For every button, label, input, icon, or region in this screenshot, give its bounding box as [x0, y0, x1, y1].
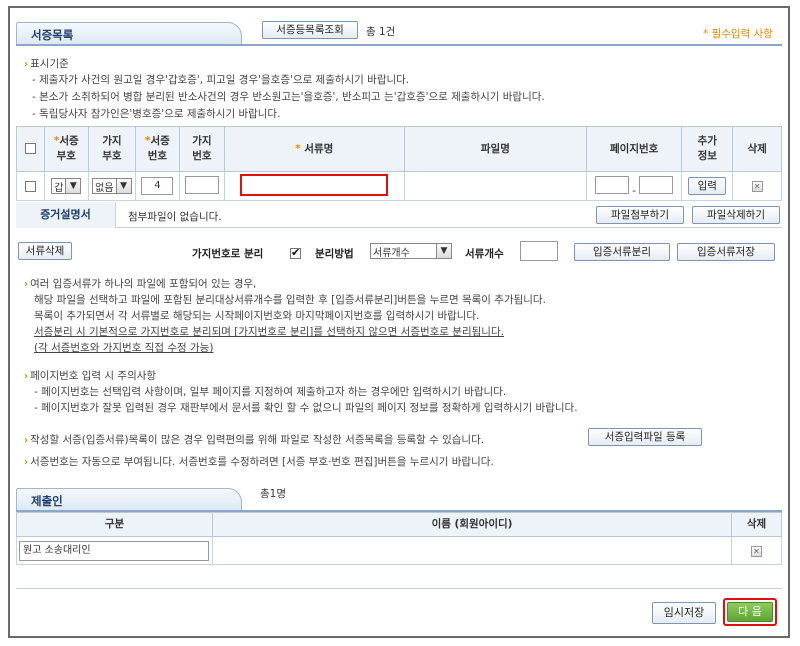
next-button-highlight: 다 음: [723, 598, 777, 626]
main-frame: 서증목록 서증등목록조회 총 1건 * 필수입력 사항 › 표시기준 - 제출자가…: [8, 6, 790, 638]
submitter-table: 구분 이름 (회원아이디) 삭제 원고 소송대리인 ✕: [16, 512, 782, 565]
col-type: 구분: [16, 512, 213, 537]
select-all-checkbox[interactable]: [24, 143, 36, 154]
attach-file-button[interactable]: 파일첨부하기: [596, 206, 684, 224]
no-attachment-text: 첨부파일이 없습니다.: [128, 211, 222, 223]
page-end-input[interactable]: [639, 175, 674, 194]
note1-line-3: 목록이 추가되면서 각 서류별로 해당되는 시작페이지번호와 마지막페이지번호를…: [34, 310, 480, 322]
delete-row-icon[interactable]: ✕: [751, 181, 763, 192]
criteria-line-2: - 본소가 소취하되어 병합 분리된 반소사건의 경우 반소원고는'을호증', …: [32, 91, 545, 103]
table-row: 원고 소송대리인 ✕: [16, 536, 782, 565]
split-method-label: 분리방법: [315, 248, 354, 260]
col-prefix: *서증 부호: [43, 126, 90, 172]
submitter-tab[interactable]: 제출인: [16, 488, 242, 510]
note2-title-text: 페이지번호 입력 시 주의사항: [30, 370, 157, 382]
submitter-tab-label: 제출인: [31, 494, 63, 508]
row-checkbox[interactable]: [24, 180, 36, 192]
col-document-name: * 서류명: [223, 126, 405, 172]
note1-line-2: 해당 파일을 선택하고 파일에 포함된 분리대상서류개수를 입력한 후 [입증서…: [34, 294, 546, 306]
bullet-arrow-icon: ›: [24, 371, 29, 382]
col-page-number: 페이지번호: [585, 126, 683, 172]
criteria-line-1: - 제출자가 사건의 원고일 경우'갑호증', 피고일 경우'을호증'으로 제출…: [32, 74, 410, 86]
chevron-down-icon: ▼: [436, 244, 451, 258]
document-count-label: 서류개수: [465, 248, 504, 260]
prefix-select[interactable]: 갑 ▼: [51, 178, 82, 194]
bullet-arrow-icon: ›: [24, 59, 29, 70]
next-button[interactable]: 다 음: [727, 602, 773, 622]
document-name-input[interactable]: [240, 173, 389, 196]
required-note: * 필수입력 사항: [703, 28, 773, 40]
col-submitter-delete: 삭제: [731, 512, 782, 537]
document-count-input[interactable]: [520, 241, 558, 261]
temp-save-button[interactable]: 임시저장: [652, 602, 716, 624]
register-evidence-file-button[interactable]: 서증입력파일 등록: [588, 428, 702, 446]
evidence-list-tab-label: 서증목록: [31, 28, 74, 42]
note3-text: 작성할 서증(입증서류)목록이 많은 경우 입력편의를 위해 파일로 작성한 서…: [30, 434, 485, 446]
save-documents-button[interactable]: 입증서류저장: [677, 243, 775, 261]
branch-select[interactable]: 없음 ▼: [92, 178, 132, 194]
table-row: 갑 ▼ 없음 ▼ 4 - 입력 ✕: [16, 171, 782, 201]
note3: › 작성할 서증(입증서류)목록이 많은 경우 입력편의를 위해 파일로 작성한 …: [24, 432, 484, 447]
criteria-title-text: 표시기준: [30, 58, 69, 70]
submitter-count: 총1명: [260, 488, 287, 500]
bullet-arrow-icon: ›: [24, 457, 29, 468]
extra-info-input-button[interactable]: 입력: [688, 177, 727, 195]
delete-document-button[interactable]: 서류삭제: [18, 242, 72, 260]
note2-title: › 페이지번호 입력 시 주의사항: [24, 368, 156, 383]
evidence-list-tab[interactable]: 서증목록: [16, 22, 242, 44]
col-delete: 삭제: [732, 126, 782, 172]
split-method-select[interactable]: 서류개수 ▼: [370, 243, 452, 259]
col-extra-info: 추가 정보: [681, 126, 734, 172]
col-branch-number: 가지 번호: [179, 126, 225, 172]
tab-divider: [16, 44, 782, 46]
branch-number-input[interactable]: [184, 175, 219, 194]
criteria-line-3: - 독립당사자 참가인은'병호증'으로 제출하시기 바랍니다.: [32, 108, 281, 120]
file-name-cell: [403, 171, 588, 201]
branch-split-checkbox[interactable]: [290, 246, 301, 259]
page-start-input[interactable]: [594, 175, 629, 194]
chevron-down-icon: ▼: [115, 179, 131, 193]
note4: › 서증번호는 자동으로 부여됩니다. 서증번호를 수정하려면 [서증 부호·번호…: [24, 454, 494, 469]
bullet-arrow-icon: ›: [24, 435, 29, 446]
col-file-name: 파일명: [403, 126, 588, 172]
split-documents-button[interactable]: 입증서류분리: [574, 243, 670, 261]
bullet-arrow-icon: ›: [24, 279, 29, 290]
submitter-table-header: 구분 이름 (회원아이디) 삭제: [16, 512, 782, 537]
col-branch: 가지 부호: [88, 126, 136, 172]
note1-line-4: 서증분리 시 기본적으로 가지번호로 분리되며 [가지번호로 분리]를 선택하지…: [34, 326, 504, 338]
delete-submitter-icon[interactable]: ✕: [751, 545, 763, 557]
submitter-type-field[interactable]: 원고 소송대리인: [19, 540, 209, 561]
note2-line-1: - 페이지번호는 선택입력 사항이며, 일부 페이지를 지정하여 제출하고자 하…: [34, 386, 507, 398]
evidence-explanation-row: 증거설명서 첨부파일이 없습니다. 파일첨부하기 파일삭제하기: [16, 202, 782, 228]
evidence-explanation-label: 증거설명서: [16, 202, 116, 228]
footer-divider: [16, 588, 782, 589]
col-number: *서증 번호: [134, 126, 181, 172]
evidence-number-input[interactable]: 4: [141, 177, 174, 195]
note2-line-2: - 페이지번호가 잘못 입력된 경우 재판부에서 문서를 확인 할 수 없으니 …: [34, 402, 578, 414]
note1-line-1-text: 여러 입증서류가 하나의 파일에 포함되어 있는 경우,: [30, 278, 257, 290]
col-name: 이름 (회원아이디): [211, 512, 733, 537]
note1-line-5: (각 서증번호와 가지번호 직접 수정 가능): [34, 342, 214, 354]
branch-split-label: 가지번호로 분리: [192, 248, 264, 260]
criteria-title: › 표시기준: [24, 56, 69, 71]
delete-file-button[interactable]: 파일삭제하기: [692, 206, 780, 224]
submitter-name-cell: [211, 536, 733, 565]
note4-text: 서증번호는 자동으로 부여됩니다. 서증번호를 수정하려면 [서증 부호·번호 …: [30, 456, 494, 468]
evidence-table: *서증 부호 가지 부호 *서증 번호 가지 번호 * 서류명 파일명 페이지번호 추가…: [16, 126, 782, 201]
note1-line-1: › 여러 입증서류가 하나의 파일에 포함되어 있는 경우,: [24, 276, 256, 291]
evidence-table-header: *서증 부호 가지 부호 *서증 번호 가지 번호 * 서류명 파일명 페이지번호 추가…: [16, 126, 782, 172]
chevron-down-icon: ▼: [65, 179, 81, 193]
page-dash: -: [632, 184, 637, 197]
evidence-lookup-button[interactable]: 서증등목록조회: [262, 21, 358, 39]
evidence-total-count: 총 1건: [366, 26, 396, 38]
